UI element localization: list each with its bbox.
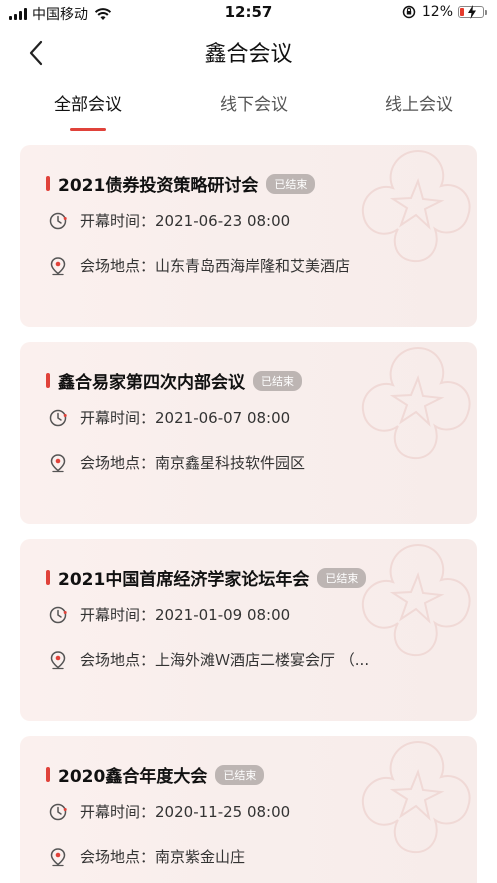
time-label: 开幕时间：: [80, 803, 156, 821]
status-badge: 已结束: [215, 764, 265, 785]
meeting-time-row: 开幕时间： 2021-06-23 08:00: [48, 210, 290, 231]
meeting-card[interactable]: 2021中国首席经济学家论坛年会 已结束 开幕时间： 2021-01-09 08…: [20, 539, 477, 721]
meeting-card[interactable]: 鑫合易家第四次内部会议 已结束 开幕时间： 2021-06-07 08:00 会…: [20, 342, 477, 524]
tab-online-meetings[interactable]: 线上会议: [364, 90, 474, 115]
battery-percent: 12%: [421, 4, 453, 20]
place-label: 会场地点：: [80, 454, 156, 472]
meeting-title: 鑫合易家第四次内部会议: [58, 373, 245, 393]
clock-icon: [49, 409, 67, 426]
location-pin-icon: [50, 847, 66, 866]
flower-watermark-icon: [361, 149, 471, 263]
title-accent-bar: [46, 767, 50, 782]
nav-bar: 鑫合会议: [0, 26, 497, 80]
meeting-title: 2020鑫合年度大会: [58, 767, 208, 787]
title-accent-bar: [46, 373, 50, 388]
meeting-place-row: 会场地点： 上海外滩Ｗ酒店二楼宴会厅 （...: [48, 649, 369, 670]
card-title-row: 2020鑫合年度大会 已结束: [46, 762, 265, 787]
meeting-place: 上海外滩Ｗ酒店二楼宴会厅 （...: [155, 651, 370, 669]
location-pin-icon: [50, 256, 66, 275]
tab-bar: 全部会议 线下会议 线上会议: [0, 80, 497, 132]
status-badge: 已结束: [253, 370, 302, 391]
meeting-place: 南京鑫星科技软件园区: [155, 454, 306, 472]
meeting-time: 2020-11-25 08:00: [155, 802, 291, 821]
place-label: 会场地点：: [80, 848, 156, 866]
meeting-time-row: 开幕时间： 2021-06-07 08:00: [48, 407, 290, 428]
card-title-row: 2021债券投资策略研讨会 已结束: [46, 171, 316, 196]
meeting-time: 2021-06-23 08:00: [155, 211, 291, 230]
place-label: 会场地点：: [80, 651, 156, 669]
time-label: 开幕时间：: [80, 409, 156, 427]
title-accent-bar: [46, 176, 50, 191]
status-bar: 中国移动 12:57 12%: [0, 0, 497, 26]
card-title-row: 鑫合易家第四次内部会议 已结束: [46, 368, 302, 393]
status-badge: 已结束: [266, 173, 316, 194]
meeting-place: 山东青岛西海岸隆和艾美酒店: [155, 257, 351, 275]
flower-watermark-icon: [361, 740, 471, 854]
title-accent-bar: [46, 570, 50, 585]
location-pin-icon: [50, 650, 66, 669]
tab-all-meetings[interactable]: 全部会议: [33, 90, 143, 115]
active-tab-indicator: [70, 128, 106, 131]
meeting-time: 2021-06-07 08:00: [155, 408, 291, 427]
card-title-row: 2021中国首席经济学家论坛年会 已结束: [46, 565, 367, 590]
meeting-card[interactable]: 2021债券投资策略研讨会 已结束 开幕时间： 2021-06-23 08:00…: [20, 145, 477, 327]
meeting-place-row: 会场地点： 南京鑫星科技软件园区: [48, 452, 305, 473]
meeting-title: 2021债券投资策略研讨会: [58, 176, 259, 196]
meeting-time-row: 开幕时间： 2020-11-25 08:00: [48, 801, 290, 822]
flower-watermark-icon: [361, 543, 471, 657]
clock-icon: [49, 803, 67, 820]
status-badge: 已结束: [317, 567, 367, 588]
page-title: 鑫合会议: [204, 42, 293, 67]
meeting-card[interactable]: 2020鑫合年度大会 已结束 开幕时间： 2020-11-25 08:00 会场…: [20, 736, 477, 883]
time-label: 开幕时间：: [80, 212, 156, 230]
tab-offline-meetings[interactable]: 线下会议: [199, 90, 309, 115]
clock-icon: [49, 212, 67, 229]
meeting-place: 南京紫金山庄: [155, 848, 246, 866]
meeting-place-row: 会场地点： 南京紫金山庄: [48, 846, 245, 867]
place-label: 会场地点：: [80, 257, 156, 275]
time-label: 开幕时间：: [80, 606, 156, 624]
battery-icon: [458, 5, 484, 19]
location-pin-icon: [50, 453, 66, 472]
status-right: 12%: [402, 4, 487, 20]
meeting-time-row: 开幕时间： 2021-01-09 08:00: [48, 604, 290, 625]
clock-icon: [49, 606, 67, 623]
meeting-place-row: 会场地点： 山东青岛西海岸隆和艾美酒店: [48, 255, 350, 276]
rotation-lock-icon: [402, 5, 416, 19]
flower-watermark-icon: [361, 346, 471, 460]
meeting-title: 2021中国首席经济学家论坛年会: [58, 570, 310, 590]
meeting-time: 2021-01-09 08:00: [155, 605, 291, 624]
